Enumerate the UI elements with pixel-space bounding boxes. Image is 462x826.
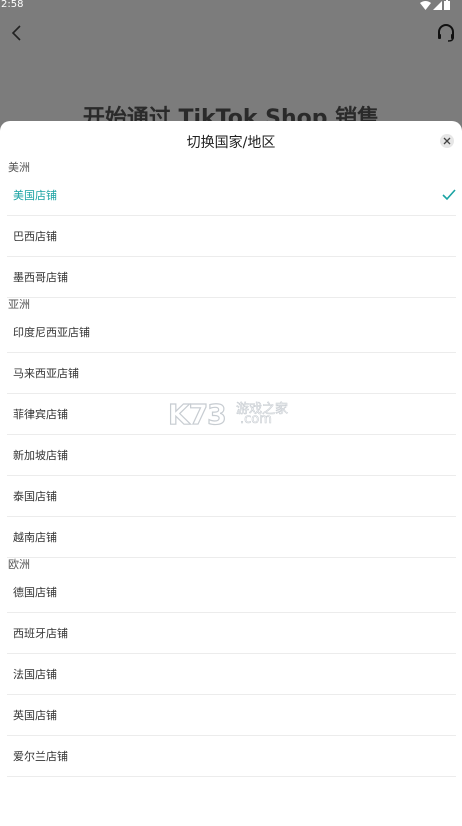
- group-label-asia: 亚洲: [8, 298, 30, 311]
- list-item-spain-store[interactable]: 西班牙店铺: [7, 613, 456, 654]
- group-label-americas: 美洲: [8, 161, 30, 174]
- list-item-us-store[interactable]: 美国店铺: [7, 175, 456, 216]
- list-item-label: 爱尔兰店铺: [13, 750, 68, 763]
- background-page-title: 开始通过 TikTok Shop 销售: [82, 106, 380, 121]
- watermark-logo: K73 游戏之家 .com: [167, 397, 298, 431]
- status-bar: 2:58: [0, 0, 462, 12]
- sheet-header: 切换国家/地区: [0, 121, 462, 161]
- list-item-label: 马来西亚店铺: [13, 367, 79, 380]
- back-arrow-icon[interactable]: [8, 24, 26, 42]
- signal-icon: [433, 0, 442, 10]
- list-item-singapore-store[interactable]: 新加坡店铺: [7, 435, 456, 476]
- list-item-label: 法国店铺: [13, 668, 57, 681]
- list-item-label: 泰国店铺: [13, 490, 57, 503]
- country-switch-sheet: 切换国家/地区 美洲 美国店铺 巴西店铺 墨西哥店铺 亚洲 印度尼西亚店铺 马来…: [0, 121, 462, 826]
- status-icons: [420, 0, 450, 10]
- list-item-label: 墨西哥店铺: [13, 271, 68, 284]
- list-item-uk-store[interactable]: 英国店铺: [7, 695, 456, 736]
- list-item-label: 美国店铺: [13, 189, 57, 202]
- list-item-thailand-store[interactable]: 泰国店铺: [7, 476, 456, 517]
- list-item-label: 新加坡店铺: [13, 449, 68, 462]
- list-item-label: 巴西店铺: [13, 230, 57, 243]
- list-item-brazil-store[interactable]: 巴西店铺: [7, 216, 456, 257]
- list-item-label: 越南店铺: [13, 531, 57, 544]
- list-item-indonesia-store[interactable]: 印度尼西亚店铺: [7, 312, 456, 353]
- list-item-label: 德国店铺: [13, 586, 57, 599]
- list-item-ireland-store[interactable]: 爱尔兰店铺: [7, 736, 456, 777]
- wifi-icon: [420, 0, 431, 10]
- list-item-label: 菲律宾店铺: [13, 408, 68, 421]
- battery-icon: [444, 0, 450, 10]
- list-item-label: 西班牙店铺: [13, 627, 68, 640]
- watermark-brand: K73: [167, 397, 227, 431]
- status-time: 2:58: [1, 0, 24, 10]
- list-item-label: 英国店铺: [13, 709, 57, 722]
- sheet-title: 切换国家/地区: [186, 135, 276, 151]
- list-item-label: 印度尼西亚店铺: [13, 326, 90, 339]
- list-item-mexico-store[interactable]: 墨西哥店铺: [7, 257, 456, 298]
- group-label-europe: 欧洲: [8, 558, 30, 571]
- list-item-vietnam-store[interactable]: 越南店铺: [7, 517, 456, 558]
- list-item-france-store[interactable]: 法国店铺: [7, 654, 456, 695]
- watermark-domain: .com: [240, 412, 273, 428]
- close-icon: [443, 137, 451, 145]
- list-item-malaysia-store[interactable]: 马来西亚店铺: [7, 353, 456, 394]
- close-button[interactable]: [440, 134, 454, 148]
- list-item-germany-store[interactable]: 德国店铺: [7, 572, 456, 613]
- check-icon: [442, 189, 456, 201]
- headset-icon[interactable]: [436, 23, 456, 43]
